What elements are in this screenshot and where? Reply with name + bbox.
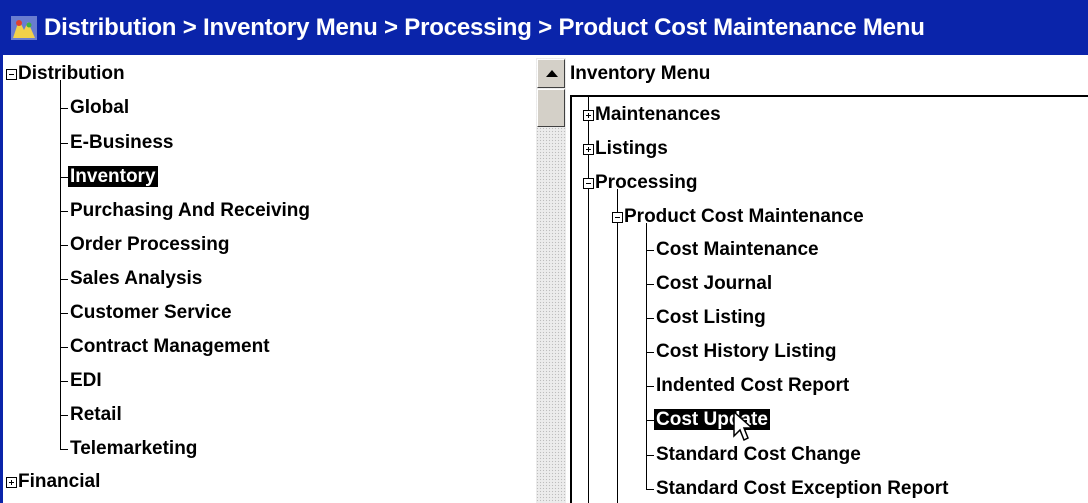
tree-item-retail[interactable]: Retail [68,401,124,429]
tree-branch [60,211,68,212]
tree-branch [60,313,68,314]
tree-branch [60,381,68,382]
tree-branch [60,108,68,109]
tree-connector [588,95,589,503]
tree-branch [646,352,654,353]
tree-item-product-cost-maintenance[interactable]: Product Cost Maintenance [622,203,866,231]
tree-item-global[interactable]: Global [68,94,131,122]
tree-item-sales-analysis[interactable]: Sales Analysis [68,265,204,293]
tree-branch [646,455,654,456]
tree-root-distribution[interactable]: Distribution [16,60,127,88]
tree-item-cost-maintenance[interactable]: Cost Maintenance [654,236,821,264]
mouse-pointer-icon [733,410,754,442]
tree-branch [60,143,68,144]
tree-item-purchasing-and-receiving[interactable]: Purchasing And Receiving [68,197,312,225]
tree-item-processing[interactable]: Processing [593,169,699,197]
tree-item-cost-journal[interactable]: Cost Journal [654,270,774,298]
tree-branch [646,420,654,421]
tree-item-telemarketing[interactable]: Telemarketing [68,435,199,463]
tree-connector [646,223,647,490]
tree-item-edi[interactable]: EDI [68,367,104,395]
tree-connector [60,80,61,449]
left-tree: Distribution Global E-Business Inventory… [0,0,536,503]
tree-item-inventory[interactable]: Inventory [68,163,158,191]
tree-branch [646,489,654,490]
tree-item-e-business[interactable]: E-Business [68,129,175,157]
tree-item-customer-service[interactable]: Customer Service [68,299,234,327]
tree-branch [646,318,654,319]
tree-item-maintenances[interactable]: Maintenances [593,101,723,129]
tree-branch [60,177,68,178]
scroll-up-button[interactable] [537,59,565,88]
tree-branch [646,250,654,251]
tree-item-cost-history-listing[interactable]: Cost History Listing [654,338,839,366]
right-tree: Maintenances Listings Processing Product… [570,0,1088,503]
tree-connector [617,189,618,503]
tree-item-order-processing[interactable]: Order Processing [68,231,231,259]
tree-branch [646,284,654,285]
tree-branch [60,279,68,280]
tree-item-standard-cost-change[interactable]: Standard Cost Change [654,441,863,469]
tree-branch [60,347,68,348]
tree-branch [60,449,68,450]
tree-branch [646,386,654,387]
tree-branch [60,415,68,416]
tree-item-standard-cost-exception-report[interactable]: Standard Cost Exception Report [654,475,950,503]
scroll-up-arrow-icon [546,70,558,77]
tree-item-cost-listing[interactable]: Cost Listing [654,304,768,332]
scroll-thumb[interactable] [537,89,565,127]
tree-item-contract-management[interactable]: Contract Management [68,333,272,361]
tree-item-indented-cost-report[interactable]: Indented Cost Report [654,372,851,400]
tree-branch [60,245,68,246]
tree-item-listings[interactable]: Listings [593,135,670,163]
tree-root-financial[interactable]: Financial [16,468,102,496]
